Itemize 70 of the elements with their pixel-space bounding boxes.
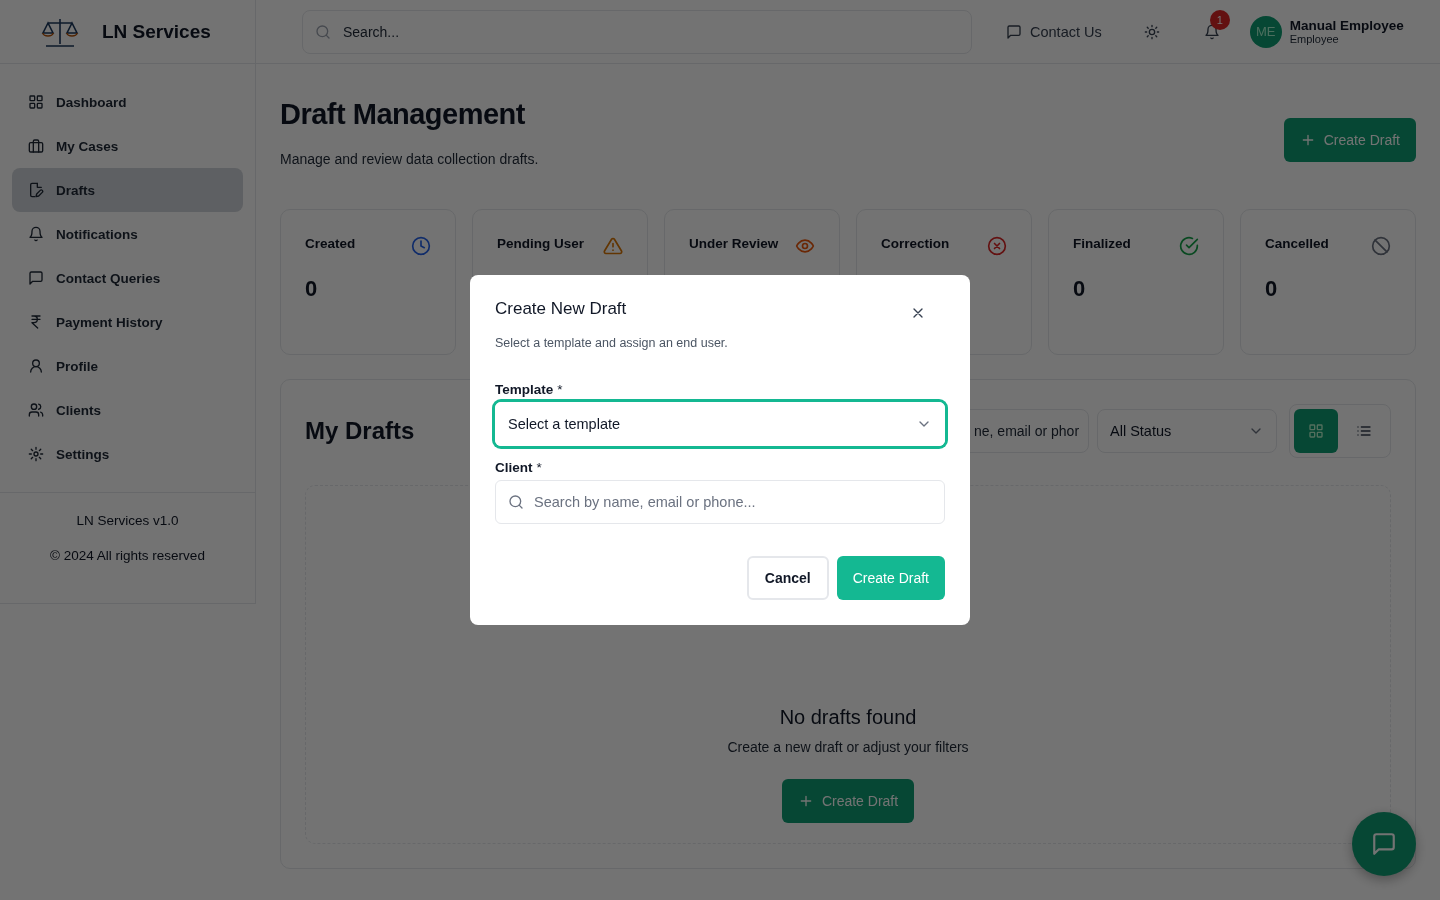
sidebar-item[interactable]: Payment History xyxy=(12,300,243,344)
bell-icon xyxy=(28,226,44,242)
required-mark: * xyxy=(536,460,542,475)
document-edit-icon xyxy=(28,182,44,198)
view-toggle-button[interactable] xyxy=(1294,409,1338,453)
stat-label: Correction xyxy=(881,236,950,251)
empty-text: Create a new draft or adjust your filters xyxy=(727,739,969,755)
stat-value: 0 xyxy=(1073,276,1087,302)
theme-toggle[interactable] xyxy=(1143,23,1160,40)
briefcase-icon xyxy=(28,138,44,154)
status-dropdown[interactable]: All Status xyxy=(1097,409,1277,453)
stat-value: 0 xyxy=(1265,276,1279,302)
user-icon xyxy=(28,358,44,374)
rupee-icon xyxy=(28,314,44,330)
prohibited-icon xyxy=(1371,236,1391,256)
stat-label: Pending User xyxy=(497,236,585,251)
stat-label: Finalized xyxy=(1073,236,1131,251)
copyright-text: © 2024 All rights reserved xyxy=(50,548,205,563)
page-subtitle: Manage and review data collection drafts. xyxy=(280,151,539,167)
chat-button[interactable] xyxy=(1352,812,1416,876)
chat-icon xyxy=(1006,23,1022,40)
sidebar-item[interactable]: Profile xyxy=(12,344,243,388)
search-field[interactable]: Search... xyxy=(302,9,972,54)
stat-value: 0 xyxy=(305,276,319,302)
sidebar-item[interactable]: Contact Queries xyxy=(12,256,243,300)
users-icon xyxy=(28,402,44,418)
x-circle-icon xyxy=(987,236,1007,256)
cancel-button[interactable]: Cancel xyxy=(746,556,829,600)
dialog-title: Create New Draft xyxy=(495,299,627,319)
search-icon xyxy=(315,23,331,40)
grid-icon xyxy=(28,94,44,110)
panel-title: My Drafts xyxy=(305,417,415,445)
bell-icon xyxy=(1203,23,1220,40)
grid-icon xyxy=(1308,423,1324,439)
page-title: Draft Management xyxy=(280,98,526,131)
sidebar-item[interactable]: Clients xyxy=(12,388,243,432)
sidebar-item[interactable]: Drafts xyxy=(12,168,243,212)
sidebar-item[interactable]: Dashboard xyxy=(12,80,243,124)
create-draft-button[interactable]: Create Draft xyxy=(1283,118,1416,162)
required-mark: * xyxy=(557,382,563,397)
dialog-subtitle: Select a template and assign an end user. xyxy=(495,336,729,350)
stat-label: Created xyxy=(305,236,356,251)
version-text: LN Services v1.0 xyxy=(76,513,179,528)
eye-icon xyxy=(795,236,815,256)
field-label: Client xyxy=(495,460,533,475)
stat-label: Under Review xyxy=(689,236,779,251)
sun-icon xyxy=(1143,23,1160,40)
settings-icon xyxy=(28,446,44,462)
empty-title: No drafts found xyxy=(779,706,917,729)
field-label: Template xyxy=(495,382,554,397)
stat-label: Cancelled xyxy=(1265,236,1329,251)
client-search-field[interactable]: Search by name, email or phone... xyxy=(495,480,945,524)
contact-link[interactable]: Contact Us xyxy=(1006,23,1102,40)
create-draft-button[interactable]: Create Draft xyxy=(781,779,915,823)
check-circle-icon xyxy=(1179,236,1199,256)
user-name: Manual Employee xyxy=(1289,18,1404,33)
user-role: Employee xyxy=(1289,33,1340,45)
notification-badge: 1 xyxy=(1209,9,1230,30)
clock-icon xyxy=(411,236,431,256)
sidebar-item[interactable]: My Cases xyxy=(12,124,243,168)
list-icon xyxy=(1356,423,1372,439)
chat-icon xyxy=(1371,831,1397,857)
create-draft-button[interactable]: Create Draft xyxy=(836,556,945,600)
brand-name: LN Services xyxy=(102,20,211,43)
sidebar-item[interactable]: Notifications xyxy=(12,212,243,256)
search-icon xyxy=(508,494,524,510)
template-dropdown[interactable]: Select a template xyxy=(495,402,945,446)
chat-icon xyxy=(28,270,44,286)
sidebar-item[interactable]: Settings xyxy=(12,432,243,476)
warning-icon xyxy=(603,236,623,256)
